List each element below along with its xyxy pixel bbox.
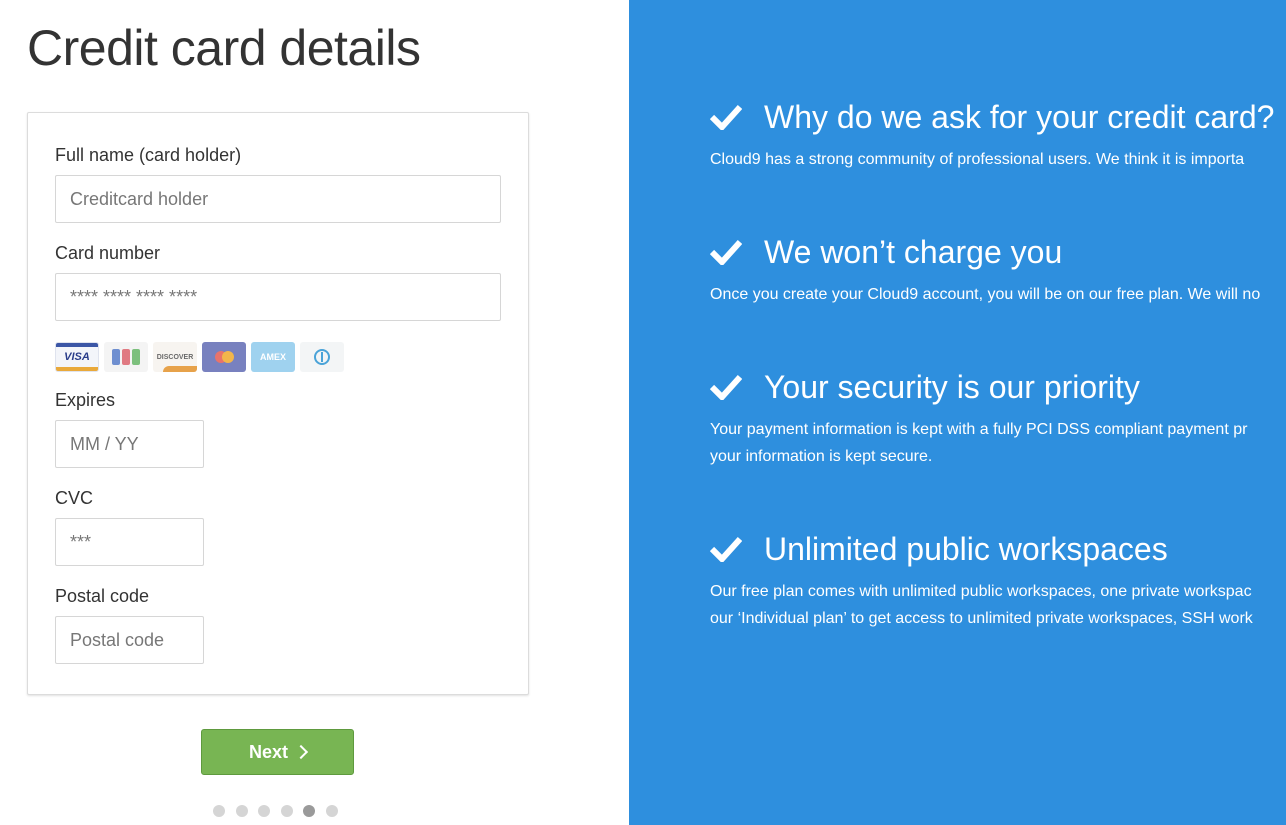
next-button-label: Next [248, 741, 288, 762]
expires-label: Expires [55, 390, 116, 410]
reason-text: Cloud9 has a strong community of profess… [710, 151, 1245, 168]
chevron-right-icon [293, 744, 309, 760]
step-dot[interactable] [213, 805, 225, 817]
diners-club-icon [300, 342, 344, 372]
card-number-input[interactable] [55, 273, 501, 321]
card-number-label: Card number [55, 243, 161, 263]
postal-code-input[interactable] [55, 616, 204, 664]
reason-title: Unlimited public workspaces [764, 531, 1168, 567]
mastercard-icon [202, 342, 246, 372]
reason-text: Your payment information is kept with a … [710, 421, 1248, 465]
cvc-input[interactable] [55, 518, 204, 566]
reason-title: We won’t charge you [764, 234, 1063, 270]
checkmark-icon [710, 239, 742, 265]
discover-icon: DISCOVER [153, 342, 197, 372]
cvc-label: CVC [55, 488, 94, 508]
page-title: Credit card details [27, 20, 421, 76]
postal-code-label: Postal code [55, 586, 150, 606]
amex-icon: AMEX [251, 342, 295, 372]
form-panel: Credit card details Full name (card hold… [0, 0, 629, 825]
reason-text: Once you create your Cloud9 account, you… [710, 286, 1261, 303]
next-button[interactable]: Next [201, 729, 354, 775]
reason-text: Our free plan comes with unlimited publi… [710, 583, 1253, 627]
expires-input[interactable] [55, 420, 204, 468]
step-dot[interactable] [303, 805, 316, 817]
info-panel: Why do we ask for your credit card? Clou… [629, 0, 1286, 825]
jcb-icon [104, 342, 148, 372]
checkmark-icon [710, 536, 742, 562]
reason-title: Why do we ask for your credit card? [764, 99, 1275, 135]
step-dot[interactable] [258, 805, 271, 817]
card-holder-label: Full name (card holder) [55, 145, 242, 165]
checkmark-icon [710, 374, 742, 400]
step-dot[interactable] [326, 805, 338, 817]
card-holder-input[interactable] [55, 175, 501, 223]
visa-icon: VISA [55, 342, 99, 372]
credit-card-form: Full name (card holder) Card number VISA… [27, 112, 529, 695]
step-dot[interactable] [280, 805, 293, 817]
reason-title: Your security is our priority [764, 369, 1140, 405]
step-dot[interactable] [235, 805, 248, 817]
checkmark-icon [710, 104, 742, 130]
